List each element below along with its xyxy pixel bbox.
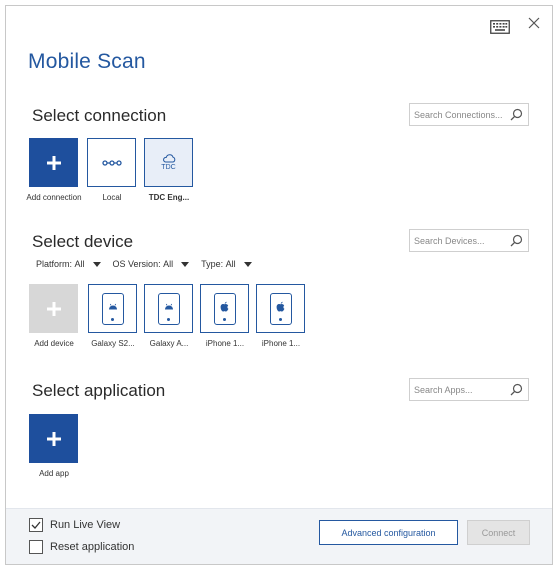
tile-label-add-device: Add device (34, 339, 74, 348)
device-tile-galaxy-s2[interactable] (88, 284, 137, 333)
chevron-down-icon (243, 261, 252, 267)
device-tile-galaxy-a[interactable] (144, 284, 193, 333)
filter-platform[interactable]: Platform: All (36, 259, 101, 269)
android-icon (164, 303, 173, 310)
search-connections-input[interactable] (414, 105, 512, 124)
chevron-down-icon (92, 261, 101, 267)
search-icon[interactable] (510, 383, 523, 396)
filter-platform-value: All (74, 259, 85, 269)
filter-os-version[interactable]: OS Version: All (113, 259, 190, 269)
search-icon[interactable] (510, 234, 523, 247)
device-tile-iphone-2[interactable] (256, 284, 305, 333)
filter-type-value: All (225, 259, 236, 269)
tile-label-tdc: TDC Eng... (148, 193, 190, 202)
search-apps-input[interactable] (414, 380, 512, 399)
filter-platform-label: Platform: (36, 259, 73, 269)
connect-button: Connect (467, 520, 530, 545)
section-title-device: Select device (32, 232, 134, 251)
plus-icon (46, 155, 61, 170)
reset-application-label: Reset application (50, 541, 135, 553)
run-live-view-checkbox[interactable]: Run Live View (29, 518, 120, 532)
cloud-icon (162, 154, 175, 163)
phone-icon (157, 292, 180, 325)
filter-type-label: Type: (201, 259, 224, 269)
device-filters: Platform: All OS Version: All Type: All (36, 259, 264, 269)
keyboard-icon[interactable] (490, 20, 510, 34)
run-live-view-label: Run Live View (50, 519, 121, 531)
android-icon (108, 303, 117, 310)
close-icon[interactable] (526, 15, 542, 31)
local-connection-icon (101, 159, 122, 166)
advanced-configuration-button[interactable]: Advanced configuration (319, 520, 458, 545)
phone-icon (269, 292, 292, 325)
reset-application-checkbox[interactable]: Reset application (29, 540, 134, 554)
add-device-tile (29, 284, 78, 333)
device-tile-iphone-1[interactable] (200, 284, 249, 333)
tdc-badge-text: TDC (161, 164, 176, 171)
tile-label-iphone-2: iPhone 1... (261, 339, 301, 348)
mobile-scan-dialog: Mobile Scan Select connection Add connec… (5, 5, 553, 565)
add-connection-tile[interactable] (29, 138, 78, 187)
search-devices-box (409, 229, 529, 252)
apple-icon (276, 301, 285, 312)
apple-icon (220, 301, 229, 312)
phone-icon (101, 292, 124, 325)
section-title-connection: Select connection (32, 106, 167, 125)
local-connection-tile[interactable] (87, 138, 136, 187)
search-connections-box (409, 103, 529, 126)
check-icon (31, 521, 41, 529)
plus-icon (46, 301, 61, 316)
search-devices-input[interactable] (414, 231, 512, 250)
tile-label-add-app: Add app (39, 469, 69, 478)
search-apps-box (409, 378, 529, 401)
filter-type[interactable]: Type: All (201, 259, 252, 269)
filter-os-version-value: All (163, 259, 174, 269)
checkbox-box[interactable] (29, 518, 43, 532)
chevron-down-icon (181, 261, 190, 267)
checkbox-box[interactable] (29, 540, 43, 554)
app-title: Mobile Scan (28, 50, 146, 73)
search-icon[interactable] (510, 108, 523, 121)
filter-os-version-label: OS Version: (112, 259, 161, 269)
section-title-application: Select application (32, 381, 166, 400)
phone-icon (213, 292, 236, 325)
tdc-connection-tile[interactable]: TDC (144, 138, 193, 187)
plus-icon (46, 431, 61, 446)
add-app-tile[interactable] (29, 414, 78, 463)
